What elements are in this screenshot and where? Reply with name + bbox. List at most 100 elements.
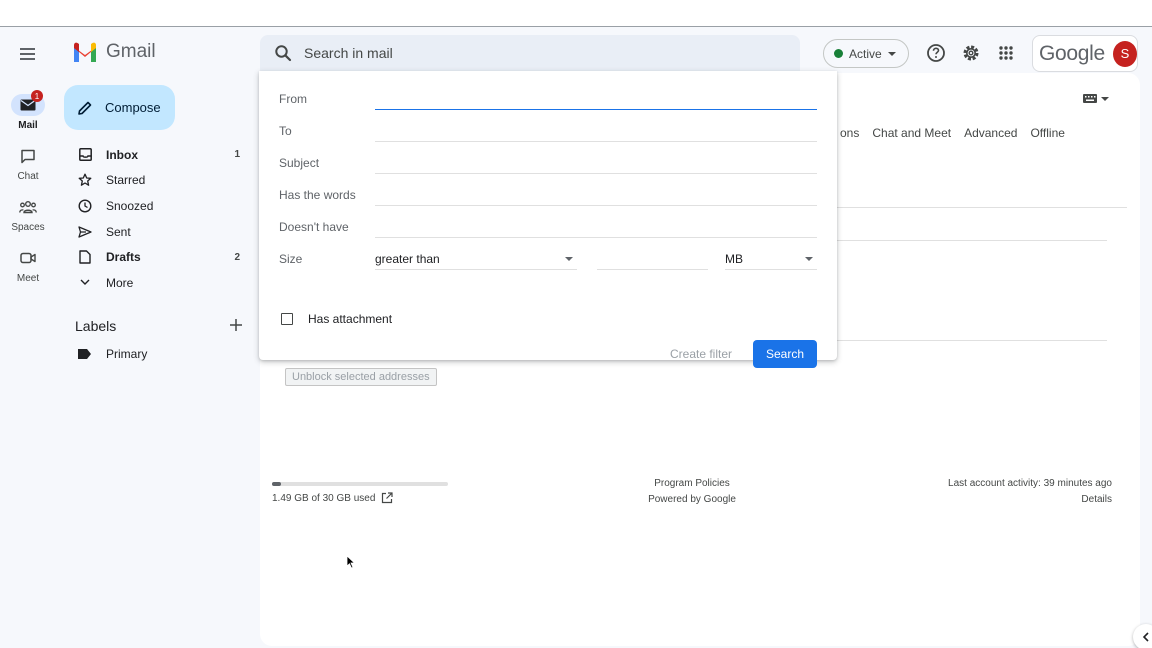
create-filter-button[interactable]: Create filter — [670, 347, 732, 361]
rail-item-chat[interactable]: Chat — [0, 145, 56, 182]
sidebar-item-sent[interactable]: Sent — [64, 219, 254, 245]
sidebar-item-starred[interactable]: Starred — [64, 168, 254, 194]
size-value-field[interactable] — [597, 248, 708, 270]
to-field[interactable] — [375, 120, 817, 142]
gmail-app: Gmail Active Google S — [0, 27, 1152, 648]
active-status-dot — [834, 49, 843, 58]
size-operator-value: greater than — [375, 251, 440, 266]
doesnt-have-label: Doesn't have — [279, 220, 349, 234]
has-words-field[interactable] — [375, 184, 817, 206]
storage-usage: 1.49 GB of 30 GB used — [272, 492, 394, 504]
sidebar-item-label: Snoozed — [106, 198, 154, 213]
unread-count: 1 — [234, 149, 240, 161]
size-row: Size greater than MB — [279, 248, 817, 270]
caret-down-icon — [887, 51, 896, 56]
divider — [837, 340, 1107, 341]
settings-gear-icon[interactable] — [960, 42, 982, 64]
search-icon[interactable] — [274, 44, 292, 62]
status-dropdown[interactable]: Active — [823, 39, 909, 68]
star-icon — [78, 173, 92, 187]
main-menu-button[interactable] — [12, 40, 42, 68]
labels-heading: Labels — [75, 318, 117, 334]
from-field[interactable] — [375, 88, 817, 110]
rail-item-meet[interactable]: Meet — [0, 247, 56, 284]
search-input[interactable] — [304, 35, 784, 71]
avatar[interactable]: S — [1112, 40, 1137, 67]
has-attachment-checkbox[interactable]: Has attachment — [281, 312, 392, 326]
unblock-selected-button[interactable]: Unblock selected addresses — [285, 368, 437, 386]
details-link[interactable]: Details — [1081, 494, 1112, 505]
send-icon — [78, 225, 92, 239]
apps-grid-icon[interactable] — [995, 42, 1017, 64]
side-panel-toggle[interactable] — [1133, 624, 1152, 648]
google-brand: Google — [1039, 41, 1105, 65]
settings-tabs: ons Chat and Meet Advanced Offline — [840, 126, 1065, 140]
menu-icon-bar — [19, 48, 35, 50]
caret-down-icon — [1101, 96, 1109, 101]
caret-down-icon — [565, 257, 573, 261]
sidebar-item-inbox[interactable]: Inbox 1 — [64, 142, 254, 168]
rail-icon-container — [11, 196, 45, 218]
compose-label: Compose — [105, 100, 161, 115]
from-row: From — [279, 88, 817, 110]
sidebar-item-drafts[interactable]: Drafts 2 — [64, 244, 254, 270]
gmail-logo[interactable]: Gmail — [72, 41, 156, 63]
has-words-label: Has the words — [279, 188, 356, 202]
compose-button[interactable]: Compose — [64, 85, 175, 130]
doesnt-have-row: Doesn't have — [279, 216, 817, 238]
input-tools-button[interactable] — [1083, 94, 1109, 103]
size-operator-select[interactable]: greater than — [375, 248, 577, 270]
help-icon[interactable] — [925, 42, 947, 64]
label-tag-icon — [78, 349, 91, 359]
size-unit-select[interactable]: MB — [725, 248, 817, 270]
account-switcher[interactable]: Google S — [1032, 35, 1138, 72]
clock-icon — [78, 199, 92, 213]
rail-item-spaces[interactable]: Spaces — [0, 196, 56, 233]
tab-advanced[interactable]: Advanced — [964, 126, 1017, 140]
program-policies-link[interactable]: Program Policies — [654, 478, 730, 489]
search-button[interactable]: Search — [753, 340, 817, 368]
has-words-row: Has the words — [279, 184, 817, 206]
sidebar-item-label: Drafts — [106, 250, 141, 265]
sidebar-item-snoozed[interactable]: Snoozed — [64, 193, 254, 219]
powered-by-text: Powered by Google — [648, 494, 736, 505]
has-attachment-label: Has attachment — [308, 312, 393, 326]
doesnt-have-field[interactable] — [375, 216, 817, 238]
label-item-primary[interactable]: Primary — [78, 347, 147, 361]
footer-links: Program Policies Powered by Google — [640, 476, 744, 508]
rail-label: Mail — [18, 120, 38, 131]
search-bar[interactable] — [260, 35, 800, 71]
mouse-pointer-icon — [346, 555, 356, 569]
keyboard-icon — [1083, 94, 1097, 103]
app-name: Gmail — [106, 41, 156, 62]
tab-add-ons[interactable]: ons — [840, 126, 859, 140]
rail-label: Chat — [17, 171, 39, 182]
size-label: Size — [279, 252, 303, 266]
checkbox-box[interactable] — [281, 313, 293, 325]
add-label-icon[interactable] — [228, 317, 244, 333]
draft-count: 2 — [234, 251, 240, 263]
size-unit-value: MB — [725, 251, 743, 266]
gmail-m-icon — [74, 42, 96, 62]
status-label: Active — [849, 46, 882, 61]
pencil-icon — [78, 101, 92, 115]
rail-icon-container — [11, 247, 45, 269]
tab-offline[interactable]: Offline — [1030, 126, 1064, 140]
sidebar-item-more[interactable]: More — [64, 270, 254, 296]
subject-field[interactable] — [375, 152, 817, 174]
rail-item-mail[interactable]: 1 Mail — [0, 90, 56, 131]
account-activity: Last account activity: 39 minutes ago De… — [948, 476, 1112, 508]
app-rail: 1 Mail Chat Spaces Meet — [0, 83, 56, 648]
sidebar-item-label: Sent — [106, 224, 131, 239]
caret-down-icon — [805, 257, 813, 261]
open-in-new-icon[interactable] — [381, 492, 394, 504]
rail-icon-container: 1 — [11, 90, 45, 116]
draft-icon — [78, 250, 92, 264]
sidebar-item-label: Starred — [106, 173, 146, 188]
unread-badge: 1 — [31, 90, 43, 102]
divider — [837, 240, 1107, 241]
sidebar-nav: Inbox 1 Starred Snoozed Sent Drafts 2 Mo… — [64, 142, 254, 296]
storage-meter — [272, 482, 448, 486]
last-activity-text: Last account activity: 39 minutes ago — [948, 478, 1112, 489]
tab-chat-and-meet[interactable]: Chat and Meet — [872, 126, 951, 140]
